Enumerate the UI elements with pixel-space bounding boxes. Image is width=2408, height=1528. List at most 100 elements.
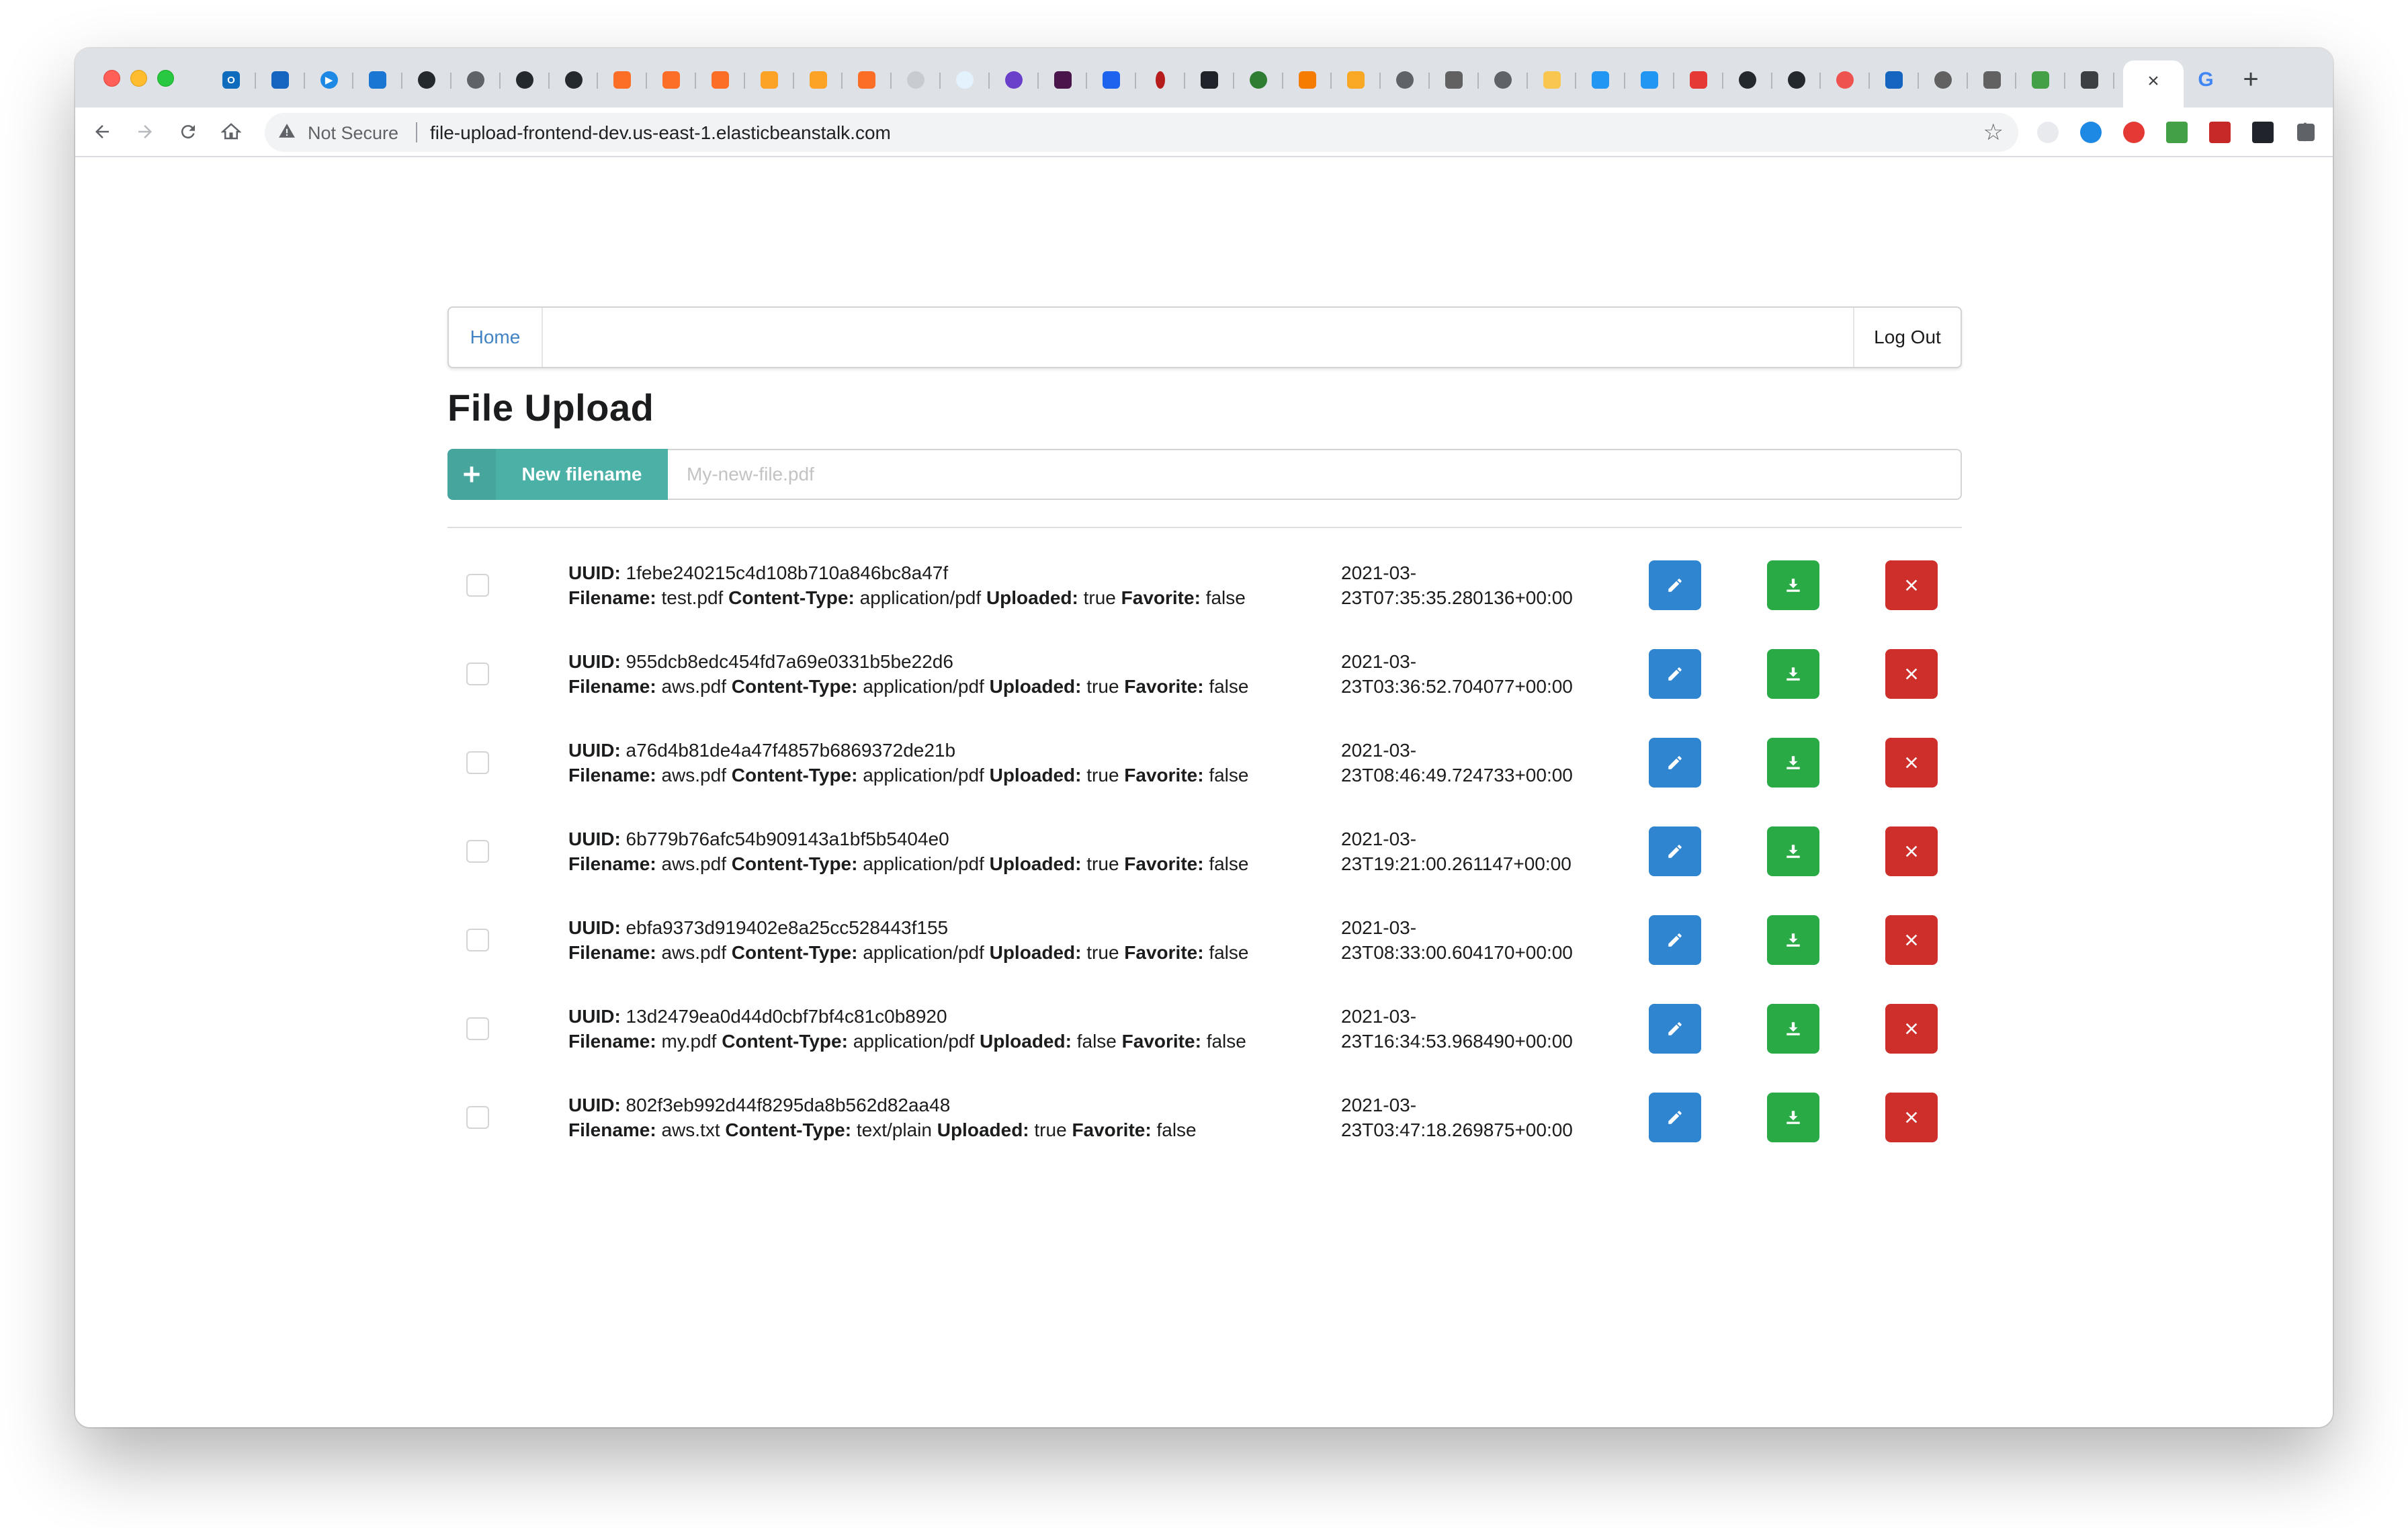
download-button[interactable]	[1767, 738, 1819, 788]
pinned-tab[interactable]	[1674, 63, 1723, 97]
pinned-tab[interactable]	[745, 63, 794, 97]
row-checkbox[interactable]	[466, 1106, 489, 1129]
uploaded-label: Uploaded:	[989, 765, 1082, 786]
pinned-tab[interactable]	[353, 63, 402, 97]
pinned-tab[interactable]	[1576, 63, 1625, 97]
pinned-tab[interactable]	[1087, 63, 1136, 97]
delete-button[interactable]	[1885, 1004, 1938, 1054]
pinned-tab[interactable]	[647, 63, 696, 97]
gitlab-icon	[858, 71, 876, 89]
pinned-tab[interactable]	[256, 63, 305, 97]
edit-button[interactable]	[1649, 1004, 1701, 1054]
window-zoom-button[interactable]	[157, 70, 174, 87]
pinned-tab[interactable]: O	[207, 63, 256, 97]
pinned-tab[interactable]	[1136, 63, 1185, 97]
favorite-label: Favorite:	[1124, 676, 1204, 697]
window-close-button[interactable]	[103, 70, 120, 87]
edit-button[interactable]	[1649, 560, 1701, 610]
delete-button[interactable]	[1885, 1093, 1938, 1142]
pinned-tab[interactable]	[1479, 63, 1528, 97]
pinned-tab[interactable]	[1332, 63, 1381, 97]
new-tab-button[interactable]: +	[2236, 66, 2266, 95]
nav-home-link[interactable]: Home	[449, 308, 543, 367]
download-button[interactable]	[1767, 560, 1819, 610]
pinned-tab[interactable]	[2016, 63, 2066, 97]
uuid-label: UUID:	[568, 1006, 621, 1027]
extension-button[interactable]	[2112, 117, 2155, 148]
back-button[interactable]	[87, 117, 117, 146]
window-minimize-button[interactable]	[130, 70, 147, 87]
pinned-tab[interactable]	[452, 63, 501, 97]
download-button[interactable]	[1767, 649, 1819, 699]
row-checkbox[interactable]	[466, 840, 489, 863]
profile-button[interactable]	[2327, 117, 2333, 148]
google-tab[interactable]: G	[2184, 63, 2228, 97]
pinned-tab[interactable]	[1430, 63, 1479, 97]
pinned-tab[interactable]	[1381, 63, 1430, 97]
pinned-tab[interactable]	[1968, 63, 2017, 97]
browser-menu-icon[interactable]: ⋮	[2294, 117, 2317, 148]
filename-input[interactable]	[668, 449, 1962, 500]
pinned-tab[interactable]	[1870, 63, 1919, 97]
delete-button[interactable]	[1885, 738, 1938, 788]
url-text[interactable]: file-upload-frontend-dev.us-east-1.elast…	[430, 122, 891, 144]
tab-close-icon[interactable]: ×	[2141, 69, 2166, 94]
edit-button[interactable]	[1649, 1093, 1701, 1142]
row-checkbox[interactable]	[466, 751, 489, 774]
row-checkbox[interactable]	[466, 929, 489, 951]
edit-button[interactable]	[1649, 738, 1701, 788]
pinned-tab[interactable]	[1821, 63, 1870, 97]
pinned-tab[interactable]	[1625, 63, 1674, 97]
uuid-value: 6b779b76afc54b909143a1bf5b5404e0	[626, 829, 949, 849]
delete-button[interactable]	[1885, 915, 1938, 965]
forward-button[interactable]	[130, 117, 160, 146]
edit-button[interactable]	[1649, 826, 1701, 876]
pinned-tab[interactable]: ▶	[305, 63, 354, 97]
pinned-tab[interactable]	[1234, 63, 1283, 97]
new-filename-button[interactable]: New filename	[447, 449, 668, 500]
download-button[interactable]	[1767, 1004, 1819, 1054]
pinned-tab[interactable]	[501, 63, 550, 97]
delete-button[interactable]	[1885, 560, 1938, 610]
extension-button[interactable]	[2069, 117, 2112, 148]
pinned-tab[interactable]	[1772, 63, 1821, 97]
logout-link[interactable]: Log Out	[1853, 308, 1961, 367]
extension-button[interactable]	[2026, 117, 2069, 148]
pinned-tab[interactable]	[550, 63, 599, 97]
row-checkbox[interactable]	[466, 574, 489, 597]
pinned-tab[interactable]	[1528, 63, 1577, 97]
active-tab[interactable]: ×	[2123, 60, 2184, 108]
download-button[interactable]	[1767, 1093, 1819, 1142]
reload-button[interactable]	[173, 117, 203, 146]
row-checkbox[interactable]	[466, 1017, 489, 1040]
pinned-tab[interactable]	[990, 63, 1039, 97]
pinned-tab[interactable]	[598, 63, 647, 97]
edit-button[interactable]	[1649, 915, 1701, 965]
download-button[interactable]	[1767, 915, 1819, 965]
security-label[interactable]: Not Secure	[308, 123, 398, 144]
download-button[interactable]	[1767, 826, 1819, 876]
address-bar[interactable]: Not Secure file-upload-frontend-dev.us-e…	[265, 113, 2018, 152]
bookmark-star-icon[interactable]: ☆	[1983, 119, 2004, 146]
pinned-tab[interactable]	[941, 63, 990, 97]
pinned-tab[interactable]	[1039, 63, 1088, 97]
settings-icon	[1836, 71, 1854, 89]
pinned-tab[interactable]	[843, 63, 892, 97]
home-button[interactable]	[216, 117, 246, 146]
pinned-tab[interactable]	[1185, 63, 1234, 97]
edit-button[interactable]	[1649, 649, 1701, 699]
extension-button[interactable]	[2155, 117, 2198, 148]
pinned-tab[interactable]	[892, 63, 941, 97]
pinned-tab[interactable]	[2065, 63, 2114, 97]
pinned-tab[interactable]	[1919, 63, 1968, 97]
delete-button[interactable]	[1885, 826, 1938, 876]
delete-button[interactable]	[1885, 649, 1938, 699]
pinned-tab[interactable]	[696, 63, 745, 97]
pinned-tab[interactable]	[1283, 63, 1332, 97]
extension-button[interactable]	[2241, 117, 2284, 148]
row-checkbox[interactable]	[466, 663, 489, 685]
extension-button[interactable]	[2198, 117, 2241, 148]
pinned-tab[interactable]	[1723, 63, 1772, 97]
pinned-tab[interactable]	[402, 63, 452, 97]
pinned-tab[interactable]	[794, 63, 843, 97]
